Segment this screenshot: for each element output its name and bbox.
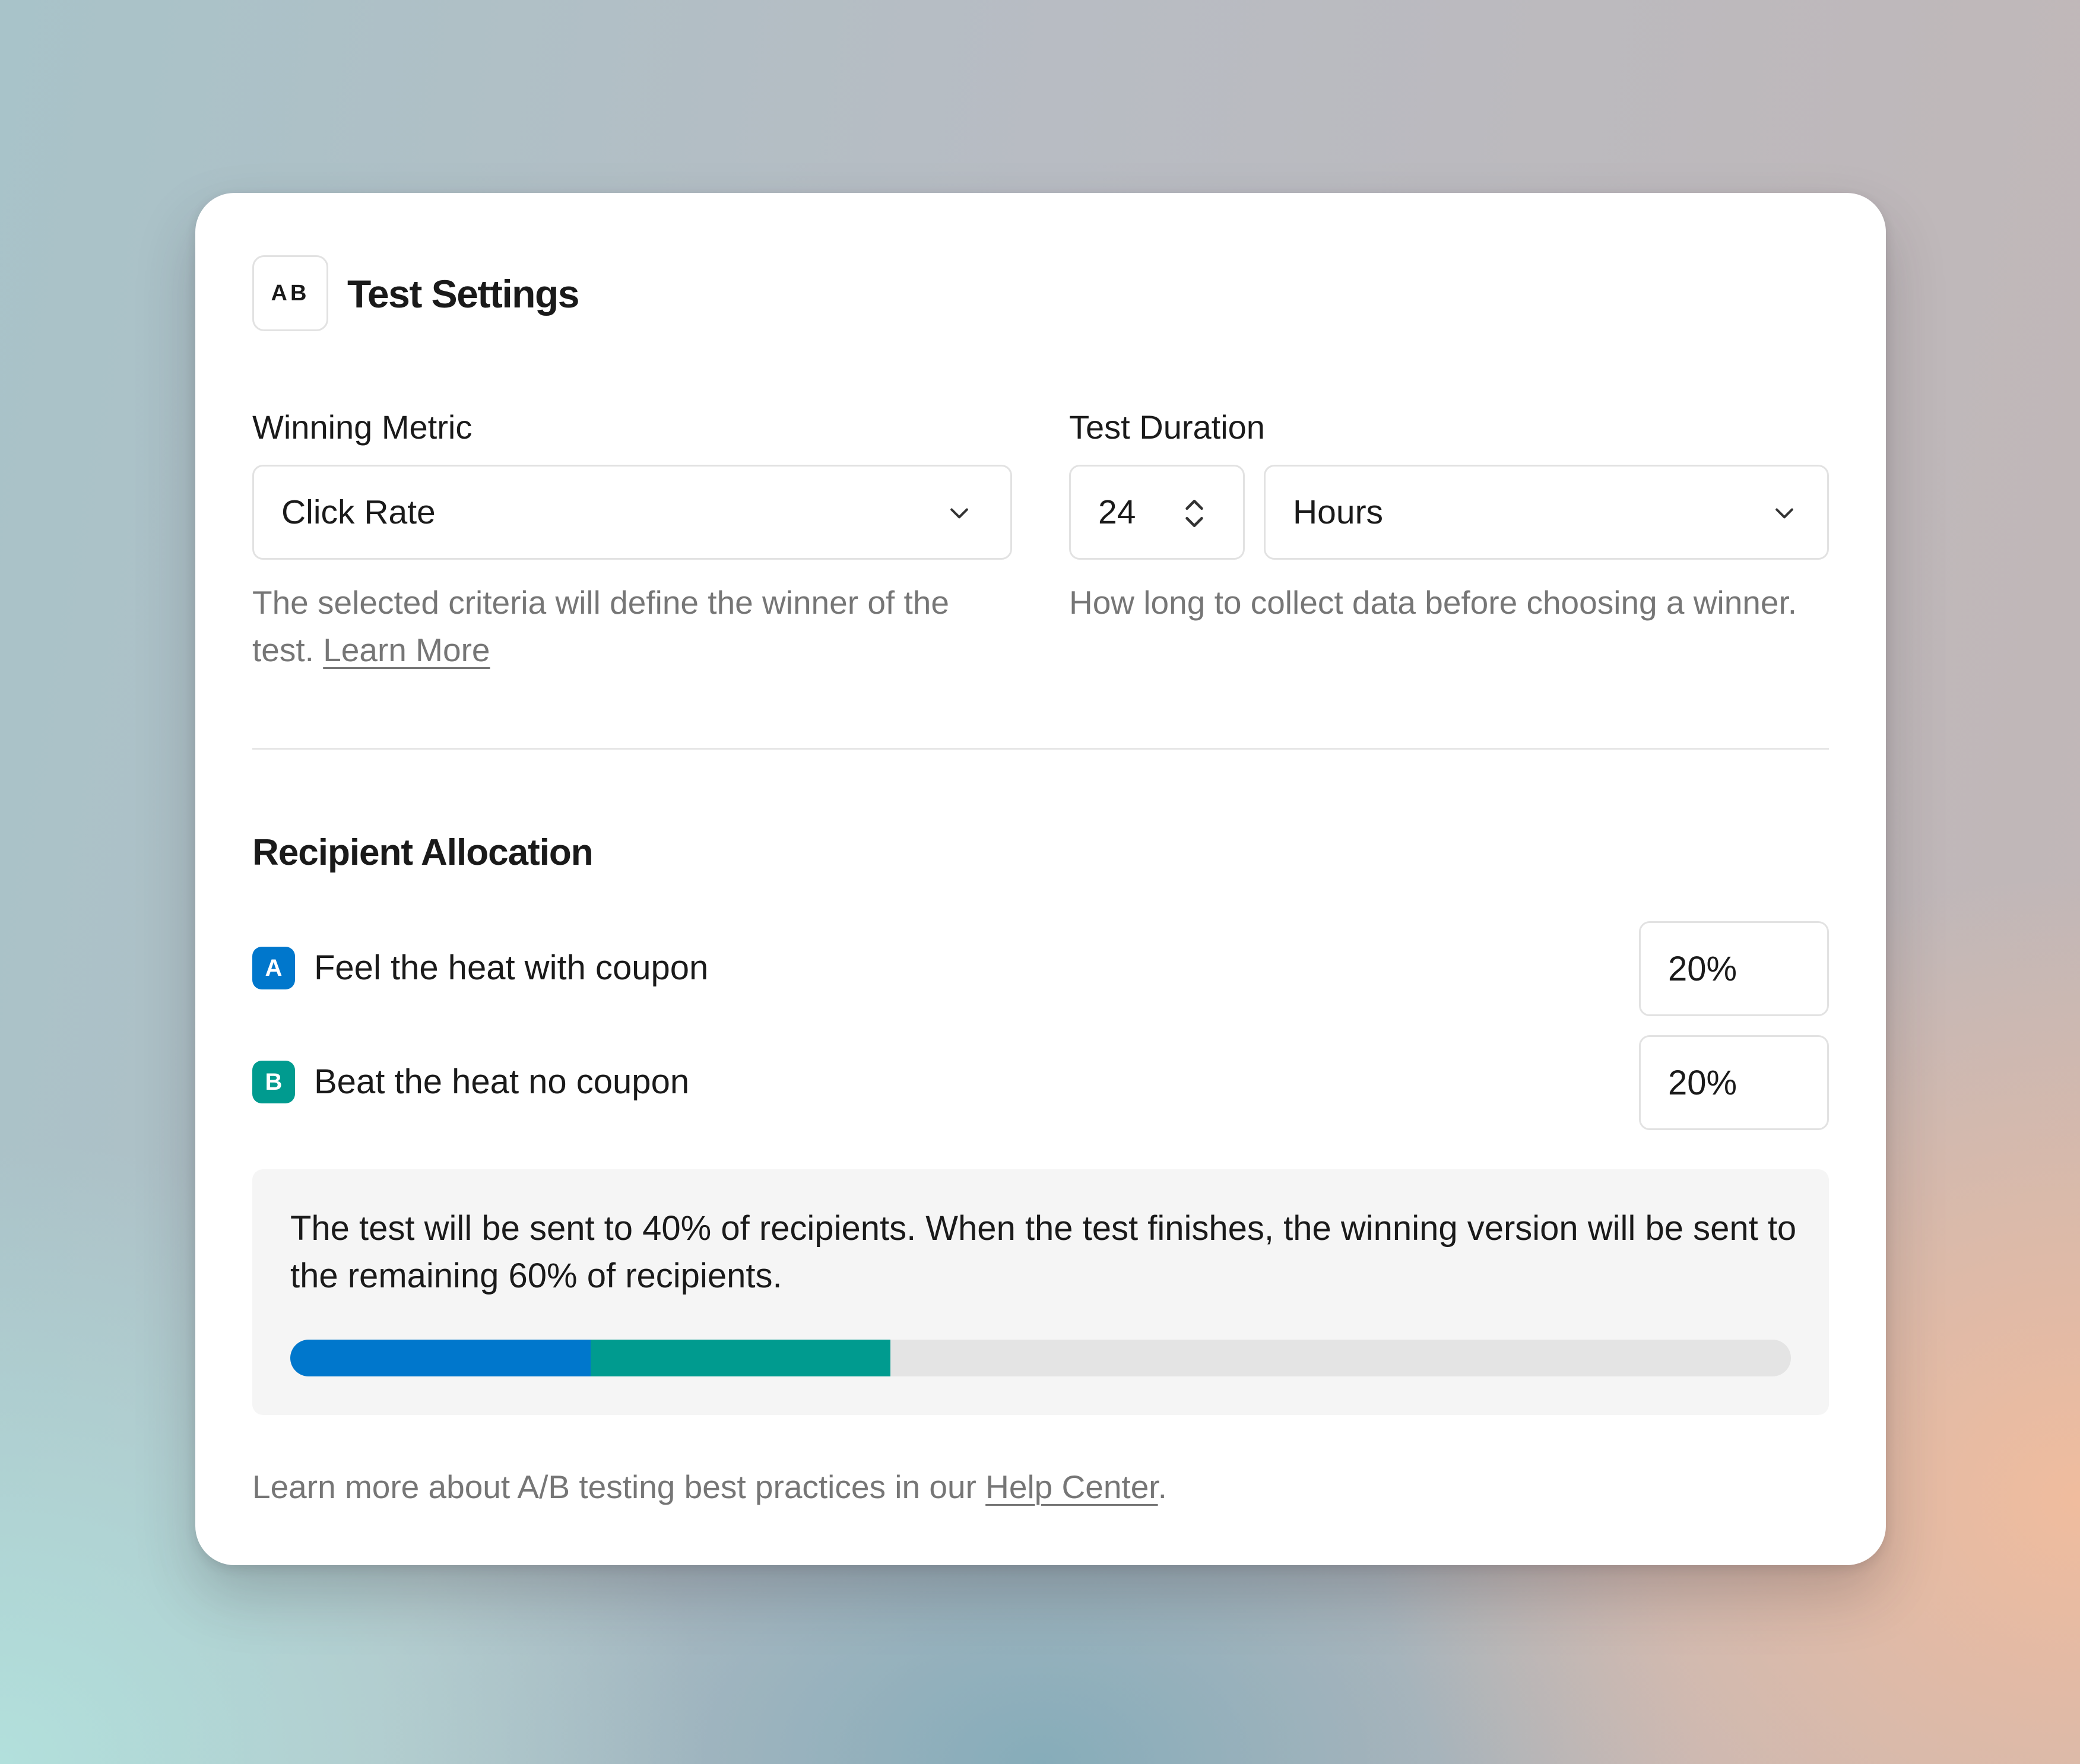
winning-metric-label: Winning Metric [252, 408, 473, 446]
help-center-link[interactable]: Help Center [985, 1468, 1158, 1505]
winning-metric-helper: The selected criteria will define the wi… [252, 579, 1012, 674]
footer-suffix: . [1158, 1468, 1167, 1505]
chevron-down-icon [950, 508, 968, 519]
duration-amount-stepper[interactable]: 24 [1069, 465, 1245, 560]
variant-b-percent-input[interactable]: 20% [1639, 1035, 1829, 1130]
recipient-allocation-title: Recipient Allocation [252, 832, 594, 873]
ab-icon-text: AB [271, 280, 310, 306]
footer-note: Learn more about A/B testing best practi… [252, 1463, 1167, 1511]
variant-b-badge: B [252, 1061, 295, 1103]
variant-a-percent-input[interactable]: 20% [1639, 921, 1829, 1016]
variant-a-name: Feel the heat with coupon [314, 948, 709, 987]
winning-metric-select[interactable]: Click Rate [252, 465, 1012, 560]
variant-a-badge: A [252, 947, 295, 989]
allocation-summary-text: The test will be sent to 40% of recipien… [290, 1209, 1797, 1295]
allocation-summary-panel: The test will be sent to 40% of recipien… [252, 1169, 1829, 1415]
learn-more-link[interactable]: Learn More [323, 632, 490, 668]
test-duration-helper: How long to collect data before choosing… [1069, 584, 1797, 621]
ab-test-icon: AB [252, 255, 328, 331]
allocation-bar-segment-b [590, 1340, 891, 1376]
variant-b-name: Beat the heat no coupon [314, 1062, 690, 1101]
test-duration-label: Test Duration [1069, 408, 1265, 446]
test-settings-card: AB Test Settings Winning Metric Click Ra… [195, 193, 1886, 1565]
duration-amount-value: 24 [1098, 493, 1136, 531]
winning-metric-value: Click Rate [281, 493, 436, 531]
allocation-progress-bar [290, 1340, 1791, 1376]
page-title: Test Settings [347, 272, 580, 316]
footer-text: Learn more about A/B testing best practi… [252, 1468, 976, 1505]
allocation-bar-segment-a [290, 1340, 591, 1376]
chevron-down-icon [1775, 508, 1793, 519]
stepper-updown-icon[interactable] [1179, 496, 1210, 531]
duration-unit-value: Hours [1293, 493, 1384, 531]
section-divider [252, 748, 1829, 750]
duration-unit-select[interactable]: Hours [1264, 465, 1829, 560]
